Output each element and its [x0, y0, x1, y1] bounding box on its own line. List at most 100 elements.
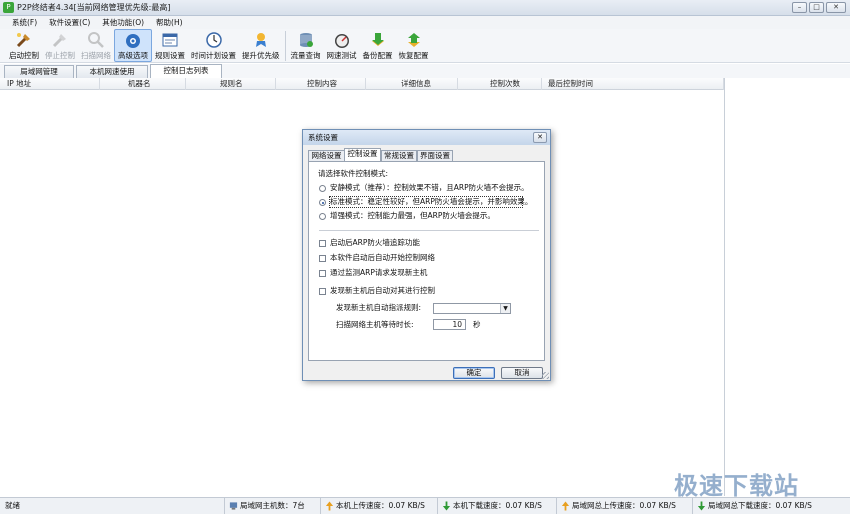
raise-priority-label: 提升优先级: [242, 51, 280, 60]
upload-arrow-icon: [561, 501, 570, 511]
speed-test-icon: [332, 30, 352, 50]
window-title: P2P终结者4.34[当前网络管理优先级:最高]: [17, 3, 171, 12]
menu-other-functions[interactable]: 其他功能(O): [96, 16, 150, 29]
tab-local-speed[interactable]: 本机网速使用: [76, 65, 148, 78]
dialog-tab-interface[interactable]: 界面设置: [417, 150, 453, 161]
local-download-text: 本机下载速度：0.07 KB/S: [453, 501, 542, 510]
column-control-content[interactable]: 控制内容: [276, 78, 366, 90]
stop-control-label: 停止控制: [45, 51, 75, 60]
status-lan-upload: 局域网总上传速度：0.07 KB/S: [556, 498, 692, 514]
auto-control-new-host-label[interactable]: 发现新主机后自动对其进行控制: [330, 286, 435, 296]
arp-discovery-checkbox[interactable]: [319, 270, 326, 277]
dialog-close-button[interactable]: ✕: [533, 132, 547, 143]
lan-upload-text: 局域网总上传速度：0.07 KB/S: [572, 501, 676, 510]
close-button[interactable]: ✕: [826, 2, 846, 13]
download-arrow-icon: [697, 501, 706, 511]
tab-control-log[interactable]: 控制日志列表: [150, 64, 222, 78]
arp-tracking-checkbox[interactable]: [319, 240, 326, 247]
raise-priority-icon: [251, 30, 271, 50]
rule-settings-icon: [160, 30, 180, 50]
backup-config-label: 备份配置: [362, 51, 393, 60]
restore-config-icon: [404, 30, 424, 50]
main-tabs: 局域网管理 本机网速使用 控制日志列表: [0, 64, 850, 78]
log-table-header: IP 地址 机器名 规则名 控制内容 详细信息 控制次数 最后控制时间: [0, 78, 724, 90]
stop-control-button[interactable]: 停止控制: [42, 29, 78, 62]
computer-icon: [229, 502, 238, 510]
traffic-query-button[interactable]: 流量查询: [288, 29, 324, 62]
system-settings-dialog: 系统设置 ✕ 网络设置 控制设置 常规设置 界面设置 请选择软件控制模式: 安静…: [302, 129, 551, 381]
standard-mode-radio[interactable]: [319, 199, 326, 206]
assign-rule-select[interactable]: ▼: [433, 303, 511, 314]
local-upload-text: 本机上传速度：0.07 KB/S: [336, 501, 425, 510]
scan-network-icon: [86, 30, 106, 50]
dialog-tab-network[interactable]: 网络设置: [308, 150, 345, 161]
traffic-query-icon: [296, 30, 316, 50]
raise-priority-button[interactable]: 提升优先级: [239, 29, 283, 62]
rule-settings-button[interactable]: 规则设置: [152, 29, 188, 62]
side-panel: [724, 78, 850, 496]
auto-control-new-host-checkbox[interactable]: [319, 288, 326, 295]
cancel-button[interactable]: 取消: [501, 367, 543, 379]
speed-test-label: 网速测试: [326, 51, 357, 60]
wait-time-unit: 秒: [473, 320, 481, 329]
column-rule-name[interactable]: 规则名: [186, 78, 276, 90]
menu-software-settings[interactable]: 软件设置(C): [43, 16, 96, 29]
arp-tracking-label[interactable]: 启动后ARP防火墙追踪功能: [330, 238, 420, 248]
start-control-button[interactable]: 启动控制: [6, 29, 42, 62]
time-schedule-button[interactable]: 时间计划设置: [188, 29, 239, 62]
tab-lan-management[interactable]: 局域网管理: [4, 65, 74, 78]
wait-time-label: 扫描网络主机等待时长:: [336, 320, 414, 329]
menu-system[interactable]: 系统(F): [6, 16, 43, 29]
status-lan-hosts: 局域网主机数：7台: [224, 498, 320, 514]
menu-bar: 系统(F) 软件设置(C) 其他功能(O) 帮助(H): [0, 16, 850, 29]
time-schedule-label: 时间计划设置: [191, 51, 236, 60]
arp-discovery-label[interactable]: 通过监测ARP请求发现新主机: [330, 268, 427, 278]
mode-prompt: 请选择软件控制模式:: [318, 169, 389, 178]
maximize-button[interactable]: □: [809, 2, 824, 13]
column-last-control-time[interactable]: 最后控制时间: [542, 78, 724, 90]
column-machine-name[interactable]: 机器名: [100, 78, 186, 90]
rule-settings-label: 规则设置: [155, 51, 185, 60]
upload-arrow-icon: [325, 501, 334, 511]
start-control-label: 启动控制: [9, 51, 39, 60]
stop-control-icon: [50, 30, 70, 50]
enhanced-mode-radio[interactable]: [319, 213, 326, 220]
auto-control-label[interactable]: 本软件启动后自动开始控制网络: [330, 253, 435, 263]
column-ip[interactable]: IP 地址: [0, 78, 100, 90]
time-schedule-icon: [204, 30, 224, 50]
assign-rule-label: 发现新主机自动指派规则:: [336, 303, 422, 312]
quiet-mode-radio[interactable]: [319, 185, 326, 192]
standard-mode-label[interactable]: 标准模式：稳定性较好，但ARP防火墙会提示，并影响效果。: [330, 197, 532, 207]
dialog-tab-general[interactable]: 常规设置: [381, 150, 417, 161]
status-local-upload: 本机上传速度：0.07 KB/S: [320, 498, 437, 514]
column-details[interactable]: 详细信息: [366, 78, 458, 90]
minimize-button[interactable]: –: [792, 2, 807, 13]
title-bar: P P2P终结者4.34[当前网络管理优先级:最高] – □ ✕: [0, 0, 850, 16]
backup-config-icon: [368, 30, 388, 50]
enhanced-mode-label[interactable]: 增强模式：控制能力最强，但ARP防火墙会提示。: [330, 211, 495, 221]
app-icon: P: [3, 2, 14, 13]
toolbar-separator: [284, 31, 286, 61]
resize-grip[interactable]: [542, 372, 549, 379]
ok-button[interactable]: 确定: [453, 367, 495, 379]
divider: [319, 230, 539, 231]
menu-help[interactable]: 帮助(H): [150, 16, 189, 29]
restore-config-button[interactable]: 恢复配置: [396, 29, 432, 62]
wait-time-input[interactable]: 10: [433, 319, 466, 330]
backup-config-button[interactable]: 备份配置: [360, 29, 396, 62]
control-settings-panel: 请选择软件控制模式: 安静模式（推荐）：控制效果不错，且ARP防火墙不会提示。 …: [308, 161, 545, 361]
speed-test-button[interactable]: 网速测试: [324, 29, 360, 62]
scan-network-button[interactable]: 扫描网络: [78, 29, 114, 62]
status-ready: 就绪: [5, 501, 20, 510]
chevron-down-icon[interactable]: ▼: [500, 304, 510, 313]
watermark: 极速下载站: [674, 472, 799, 500]
auto-control-checkbox[interactable]: [319, 255, 326, 262]
restore-config-label: 恢复配置: [398, 51, 429, 60]
quiet-mode-label[interactable]: 安静模式（推荐）：控制效果不错，且ARP防火墙不会提示。: [330, 183, 529, 193]
column-control-count[interactable]: 控制次数: [458, 78, 542, 90]
start-control-icon: [14, 30, 34, 50]
traffic-query-label: 流量查询: [290, 51, 321, 60]
advanced-options-button[interactable]: 高级选项: [114, 29, 152, 62]
advanced-options-icon: [123, 31, 143, 50]
dialog-tab-control[interactable]: 控制设置: [344, 148, 381, 161]
